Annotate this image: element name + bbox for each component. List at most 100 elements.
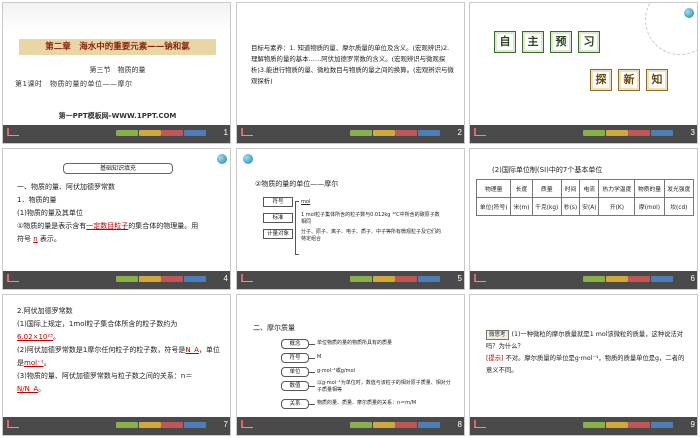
answer-blank: 6.02×10²³ — [17, 333, 53, 341]
footer-nav-buttons — [583, 276, 673, 283]
slide-thumbnail-1[interactable]: 第二章 海水中的重要元素——钠和氯 第三节 物质的量 第1课时 物质的量的单位—… — [2, 2, 231, 144]
answer-blank: mol⁻¹ — [24, 359, 44, 367]
bookmark-icon — [241, 128, 253, 136]
answer-blank: 一定数目粒子 — [86, 222, 129, 230]
lesson-title: 第1课时 物质的量的单位——摩尔 — [15, 80, 133, 88]
node-concept: 概念 — [281, 339, 309, 349]
table-cell: 摩(mol) — [634, 197, 665, 216]
slide-thumbnail-5[interactable]: ②物质的量的单位——摩尔 符号 mol 标准 1 mol粒子集体所含的粒子数与0… — [236, 148, 465, 290]
heading-row-2: 探 新 知 — [590, 69, 668, 91]
heading-char: 探 — [590, 69, 612, 91]
footer-nav-buttons — [350, 276, 440, 283]
text-line: N/N_A。 — [17, 385, 46, 393]
question: 微思考 (1)一种微粒的摩尔质量就是1 mol该微粒的质量，这种说法对吗？为什么？ — [486, 330, 684, 350]
footer-nav-buttons — [583, 422, 673, 429]
slide-content: 自 主 预 习 探 新 知 — [470, 3, 697, 127]
node-value: 数值 — [281, 381, 309, 391]
slide-footer-bar: 2 — [237, 125, 464, 143]
text-line: (3)物质的量、阿伏加德罗常数与粒子数之间的关系：n＝ — [17, 372, 193, 380]
answer-blank: N/N_A — [17, 385, 39, 393]
brand-text: 第一PPT模板网-WWW.1PPT.COM — [58, 112, 177, 120]
slide-thumbnail-2[interactable]: 目标与素养：1. 知道物质的量、摩尔质量的单位及含义。(宏观辨识)2.理解物质的… — [236, 2, 465, 144]
objectives-text: 目标与素养：1. 知道物质的量、摩尔质量的单位及含义。(宏观辨识)2.理解物质的… — [251, 44, 454, 85]
orb-icon — [684, 8, 694, 18]
footer-nav-buttons — [350, 130, 440, 137]
heading: ②物质的量的单位——摩尔 — [255, 180, 339, 188]
connector-line — [309, 386, 315, 387]
table-row: 单位(符号) 米(m) 千克(kg) 秒(s) 安(A) 开(K) 摩(mol)… — [475, 197, 695, 216]
slide-content: (2)国际单位制(SI)中的7个基本单位 物理量 长度 质量 时间 电流 热力学… — [470, 149, 697, 273]
slide-footer-bar: 7 — [3, 417, 230, 435]
slide-text: 微思考 (1)一种微粒的摩尔质量就是1 mol该微粒的质量，这种说法对吗？为什么？… — [486, 329, 686, 377]
bookmark-icon — [241, 420, 253, 428]
node-relation-text: 物质的量、质量、摩尔质量的关系：n＝m/M — [317, 400, 417, 406]
table-row: 物理量 长度 质量 时间 电流 热力学温度 物质的量 发光强度 — [475, 179, 695, 198]
node-symbol-text: M — [317, 354, 322, 360]
slide-thumbnail-6[interactable]: (2)国际单位制(SI)中的7个基本单位 物理量 长度 质量 时间 电流 热力学… — [469, 148, 698, 290]
slide-footer-bar: 4 — [3, 271, 230, 289]
table-cell: 发光强度 — [663, 179, 695, 198]
node-object-text: 分子、原子、离子、电子、质子、中子等所有微观粒子及它们的特定组合 — [301, 229, 442, 242]
node-object: 计量对象 — [263, 229, 293, 239]
table-cell: 电流 — [579, 179, 600, 198]
heading-row-1: 自 主 预 习 — [494, 31, 600, 53]
heading-char: 习 — [578, 31, 600, 53]
slide-content: 第二章 海水中的重要元素——钠和氯 第三节 物质的量 第1课时 物质的量的单位—… — [3, 3, 230, 127]
slide-content: 2.阿伏加德罗常数 (1)国际上规定，1mol粒子集合体所含的粒子数约为 6.0… — [3, 295, 230, 419]
bookmark-icon — [474, 420, 486, 428]
bookmark-icon — [7, 420, 19, 428]
slide-footer-bar: 9 — [470, 417, 697, 435]
slide-footer-bar: 1 — [3, 125, 230, 143]
table-cell: 物理量 — [475, 179, 512, 198]
slide-footer-bar: 6 — [470, 271, 697, 289]
slide-thumbnail-7[interactable]: 2.阿伏加德罗常数 (1)国际上规定，1mol粒子集合体所含的粒子数约为 6.0… — [2, 294, 231, 436]
connector-line — [309, 358, 315, 359]
slide-number: 5 — [457, 274, 462, 283]
slide-content: 基础知识填充 一、物质的量、阿伏加德罗常数 1．物质的量 (1)物质的量及其单位… — [3, 149, 230, 273]
node-unit-text: g·mol⁻¹或g/mol — [317, 368, 355, 374]
heading-char: 自 — [494, 31, 516, 53]
subheading: (1)物质的量及其单位 — [17, 209, 83, 217]
slide-number: 1 — [223, 128, 228, 137]
text-line: (2)阿伏加德罗常数是1摩尔任何粒子的粒子数，符号是N_A，单位是mol⁻¹。 — [17, 346, 220, 367]
slide-thumbnail-3[interactable]: 自 主 预 习 探 新 知 3 — [469, 2, 698, 144]
think-tag: 微思考 — [486, 330, 509, 340]
brace-connector — [295, 201, 299, 255]
node-concept-text: 单位物质的量的物质所具有的质量 — [317, 340, 393, 346]
table-cell: 质量 — [531, 179, 562, 198]
connector-line — [309, 344, 315, 345]
node-symbol: 符号 — [263, 197, 293, 207]
table-cell: 坎(cd) — [663, 197, 695, 216]
bookmark-icon — [474, 274, 486, 282]
slide-number: 2 — [457, 128, 462, 137]
bookmark-icon — [7, 128, 19, 136]
subheading: 1．物质的量 — [17, 196, 57, 204]
slide-number: 7 — [223, 420, 228, 429]
slide-footer-bar: 3 — [470, 125, 697, 143]
orb-icon — [217, 154, 227, 164]
slide-number: 6 — [690, 274, 695, 283]
footer-nav-buttons — [350, 422, 440, 429]
header-decoration — [3, 3, 230, 33]
definition-line: 符号 n 表示。 — [17, 235, 61, 243]
table-cell: 单位(符号) — [475, 197, 512, 216]
table-cell: 长度 — [510, 179, 533, 198]
slide-thumbnail-9[interactable]: 微思考 (1)一种微粒的摩尔质量就是1 mol该微粒的质量，这种说法对吗？为什么？… — [469, 294, 698, 436]
section-title: 第三节 物质的量 — [89, 66, 146, 74]
section-banner: 基础知识填充 — [63, 163, 173, 174]
orb-icon — [243, 154, 253, 164]
slide-thumbnail-4[interactable]: 基础知识填充 一、物质的量、阿伏加德罗常数 1．物质的量 (1)物质的量及其单位… — [2, 148, 231, 290]
table-cell: 物质的量 — [634, 179, 665, 198]
slide-thumbnail-8[interactable]: 二、摩尔质量 概念 单位物质的量的物质所具有的质量 符号 M 单位 g·mol⁻… — [236, 294, 465, 436]
bookmark-icon — [7, 274, 19, 282]
slide-content: ②物质的量的单位——摩尔 符号 mol 标准 1 mol粒子集体所含的粒子数与0… — [237, 149, 464, 273]
heading: 2.阿伏加德罗常数 — [17, 307, 73, 315]
bookmark-icon — [241, 274, 253, 282]
slide-content: 目标与素养：1. 知道物质的量、摩尔质量的单位及含义。(宏观辨识)2.理解物质的… — [237, 3, 464, 127]
slide-number: 9 — [690, 420, 695, 429]
heading-char: 主 — [522, 31, 544, 53]
node-value-text: 以g·mol⁻¹为单位时，数值与该粒子的相对原子质量、相对分子质量相等 — [317, 380, 451, 393]
slide-footer-bar: 8 — [237, 417, 464, 435]
heading-char: 知 — [646, 69, 668, 91]
chapter-title: 第二章 海水中的重要元素——钠和氯 — [19, 39, 216, 55]
